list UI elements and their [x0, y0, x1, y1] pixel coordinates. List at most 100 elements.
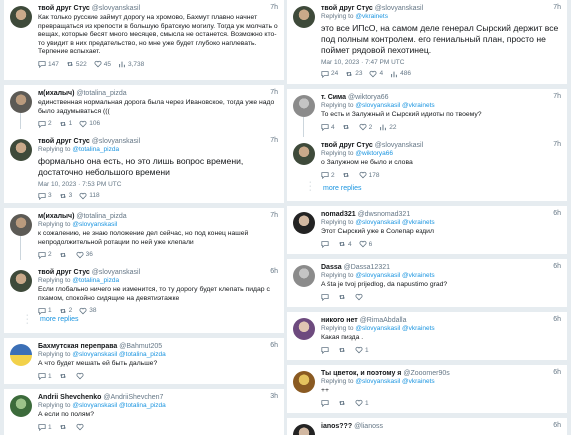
tweet-time[interactable]: 7h [270, 4, 278, 11]
author-name[interactable]: Бахмутская переправа [38, 343, 117, 350]
tweet[interactable]: м(ихалыч) @totalina_pizda 7h единственна… [10, 89, 278, 133]
tweet-card[interactable]: твой друг Стус @slovyanskasil 7h Replyin… [287, 0, 567, 84]
retweet-button[interactable]: 3 [59, 192, 72, 200]
author-handle[interactable]: @slovyanskasil [92, 5, 140, 12]
tweet-card[interactable]: Бахмутская переправа @Bahmut205 6h Reply… [4, 338, 284, 384]
tweet-time[interactable]: 6h [553, 316, 561, 323]
retweet-button[interactable] [59, 372, 69, 380]
tweet-time[interactable]: 6h [553, 263, 561, 270]
reply-button[interactable]: 1 [38, 372, 52, 381]
author-handle[interactable]: @Bahmut205 [119, 343, 162, 350]
author-handle[interactable]: @wiktorya66 [348, 94, 389, 101]
tweet-time[interactable]: 7h [553, 4, 561, 11]
views-button[interactable]: 3,738 [118, 60, 144, 68]
retweet-button[interactable] [338, 293, 348, 301]
author-handle[interactable]: @totalina_pizda [76, 90, 126, 97]
like-button[interactable]: 6 [359, 240, 372, 248]
avatar[interactable] [10, 344, 32, 366]
tweet-card[interactable]: Ты цветок, и поэтому я @Zooomer90s 6h Re… [287, 365, 567, 413]
retweet-button[interactable]: 4 [338, 240, 352, 248]
reply-button[interactable]: 147 [38, 60, 59, 69]
tweet-time[interactable]: 7h [270, 137, 278, 144]
reply-button[interactable]: 2 [38, 120, 52, 128]
mention-link[interactable]: @vkrainets [355, 13, 388, 20]
more-replies-label[interactable]: more replies [323, 185, 362, 192]
reply-button[interactable]: 4 [321, 123, 335, 132]
author-handle[interactable]: @slovyanskasil [92, 138, 140, 145]
author-handle[interactable]: @Dassa12321 [344, 264, 390, 271]
author-handle[interactable]: @RimaAbdalla [360, 317, 407, 324]
tweet-card[interactable]: ianos??? @lianoss 6h [287, 418, 567, 435]
mention-link[interactable]: @totalina_pizda [72, 146, 119, 153]
reply-button[interactable] [321, 240, 331, 249]
author-name[interactable]: nomad321 [321, 211, 356, 218]
tweet-time[interactable]: 7h [553, 93, 561, 100]
like-button[interactable] [76, 423, 86, 431]
mention-link[interactable]: @totalina_pizda [72, 277, 119, 284]
tweet-date[interactable]: Mar 10, 2023 · 7:47 PM UTC [321, 59, 561, 66]
reply-button[interactable]: 1 [38, 423, 52, 432]
tweet-date[interactable]: Mar 10, 2023 · 7:53 PM UTC [38, 181, 278, 188]
reply-button[interactable]: 2 [321, 171, 335, 180]
tweet-time[interactable]: 7h [270, 212, 278, 219]
avatar[interactable] [10, 270, 32, 292]
more-replies-link[interactable]: · · · more replies [10, 312, 278, 327]
mention-link[interactable]: @slovyanskasil @vkrainets [355, 219, 434, 226]
more-replies-label[interactable]: more replies [40, 316, 79, 323]
avatar[interactable] [293, 95, 315, 117]
author-name[interactable]: твой друг Стус [38, 269, 90, 276]
retweet-button[interactable]: 522 [66, 60, 87, 68]
tweet[interactable]: твой друг Стус @slovyanskasil 6h Replyin… [10, 268, 278, 315]
tweet[interactable]: твой друг Стус @slovyanskasil 7h Replyin… [10, 137, 278, 200]
mention-link[interactable]: @slovyanskasil @vkrainets [355, 325, 434, 332]
retweet-button[interactable] [59, 423, 69, 431]
author-handle[interactable]: @lianoss [354, 423, 383, 430]
tweet-card[interactable]: nomad321 @dwsnomad321 6h Replying to @sl… [287, 206, 567, 254]
author-name[interactable]: т. Сима [321, 94, 346, 101]
mention-link[interactable]: @wiktorya66 [355, 150, 393, 157]
author-name[interactable]: м(ихалыч) [38, 90, 74, 97]
like-button[interactable]: 1 [355, 346, 369, 354]
avatar[interactable] [293, 424, 315, 435]
avatar[interactable] [293, 265, 315, 287]
tweet-time[interactable]: 6h [553, 422, 561, 429]
avatar[interactable] [10, 139, 32, 161]
reply-button[interactable]: 2 [38, 251, 52, 259]
avatar[interactable] [293, 212, 315, 234]
retweet-button[interactable] [342, 171, 352, 179]
retweet-button[interactable] [338, 346, 348, 354]
mention-link[interactable]: @slovyanskasil @totalina_pizda [72, 402, 165, 409]
like-button[interactable] [355, 293, 365, 301]
tweet[interactable]: т. Сима @wiktorya66 7h Replying to @slov… [293, 93, 561, 139]
author-name[interactable]: Andrii Shevchenko [38, 394, 101, 401]
author-name[interactable]: м(ихалыч) [38, 213, 74, 220]
avatar[interactable] [293, 143, 315, 165]
avatar[interactable] [293, 6, 315, 28]
views-button[interactable]: 486 [390, 70, 411, 78]
author-handle[interactable]: @totalina_pizda [76, 213, 126, 220]
tweet-card[interactable]: Andrii Shevchenko @AndriiShevchen7 3h Re… [4, 389, 284, 435]
tweet-time[interactable]: 7h [270, 89, 278, 96]
like-button[interactable] [76, 372, 86, 380]
like-button[interactable]: 45 [94, 60, 111, 68]
mention-link[interactable]: @slovyanskasil @vkrainets [355, 272, 434, 279]
author-handle[interactable]: @AndriiShevchen7 [103, 394, 163, 401]
mention-link[interactable]: @slovyanskasil [72, 221, 117, 228]
author-name[interactable]: твой друг Стус [321, 142, 373, 149]
tweet[interactable]: м(ихалыч) @totalina_pizda 7h Replying to… [10, 212, 278, 264]
more-replies-link[interactable]: · · · more replies [293, 179, 561, 194]
tweet-card[interactable]: твой друг Стус @slovyanskasil 7h Как тол… [4, 0, 284, 80]
retweet-button[interactable]: 1 [59, 120, 72, 128]
reply-button[interactable] [321, 293, 331, 302]
like-button[interactable]: 2 [359, 123, 372, 131]
mention-link[interactable]: @slovyanskasil @vkrainets [355, 378, 434, 385]
like-button[interactable]: 1 [355, 399, 369, 407]
avatar[interactable] [10, 395, 32, 417]
mention-link[interactable]: @slovyanskasil @vkrainets [355, 102, 434, 109]
tweet-card[interactable]: Dassa @Dassa12321 6h Replying to @slovya… [287, 259, 567, 307]
tweet-time[interactable]: 3h [270, 393, 278, 400]
avatar[interactable] [10, 91, 32, 113]
retweet-button[interactable]: 23 [345, 70, 362, 78]
retweet-button[interactable] [59, 251, 69, 259]
author-handle[interactable]: @slovyanskasil [375, 5, 423, 12]
